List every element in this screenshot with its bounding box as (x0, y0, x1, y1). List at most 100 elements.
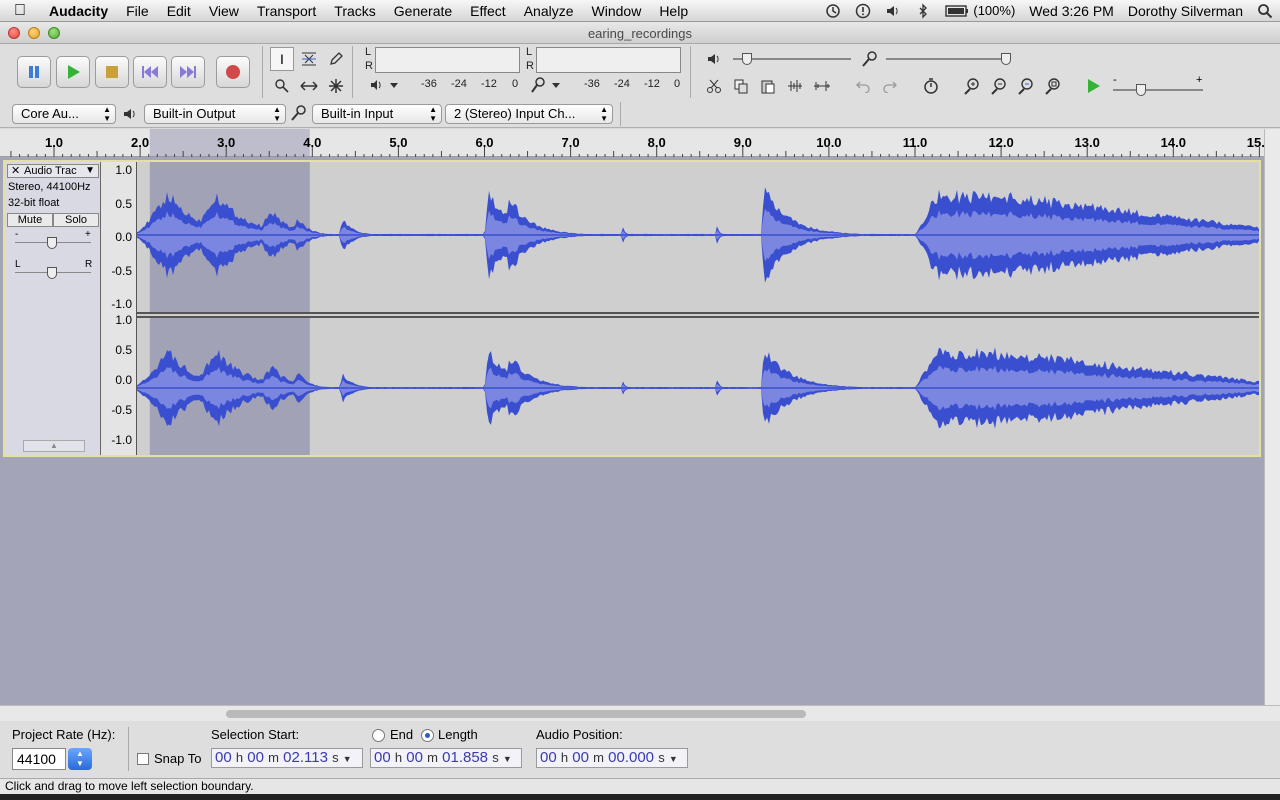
selection-start-time[interactable]: 00 h 00 m 02.113 s ▼ (211, 748, 363, 768)
format-dropdown-icon[interactable]: ▼ (343, 754, 352, 764)
stop-button[interactable] (95, 56, 129, 88)
volume-icon[interactable] (885, 3, 901, 19)
sync-lock-button[interactable] (919, 74, 943, 98)
battery-status[interactable]: (100%) (945, 0, 1015, 22)
draw-tool-button[interactable] (324, 47, 348, 71)
select-arrows-icon: ▲ ▼ (103, 105, 111, 123)
undo-button[interactable] (851, 74, 875, 98)
input-channels-select[interactable]: 2 (Stereo) Input Ch... ▲ ▼ (445, 104, 613, 124)
menu-effect[interactable]: Effect (461, 0, 515, 22)
solo-button[interactable]: Solo (53, 213, 99, 227)
speaker-meter-icon[interactable] (370, 78, 400, 95)
snap-to-label: Snap To (154, 751, 202, 766)
zoom-fit-project-icon (1045, 78, 1060, 95)
clock-alert-icon[interactable] (855, 3, 871, 19)
record-button[interactable] (216, 56, 250, 88)
apple-icon[interactable]:  (0, 2, 40, 20)
select-arrows-icon: ▲ ▼ (273, 105, 281, 123)
channel-separator-inner (137, 314, 1259, 316)
track-menu-dropdown-icon[interactable]: ▼ (85, 165, 95, 177)
input-volume-thumb[interactable] (1001, 53, 1011, 65)
waveform-view[interactable] (137, 162, 1259, 455)
recording-meter[interactable] (536, 47, 681, 73)
zoom-in-button[interactable] (960, 74, 984, 98)
menu-edit[interactable]: Edit (158, 0, 200, 22)
trim-button[interactable] (783, 74, 807, 98)
pan-slider-thumb[interactable] (47, 267, 57, 279)
bluetooth-icon[interactable] (915, 3, 931, 19)
project-rate-input[interactable]: 44100 (12, 748, 66, 770)
microphone-meter-icon[interactable] (530, 77, 566, 96)
zoom-out-button[interactable] (987, 74, 1011, 98)
menubar-clock[interactable]: Wed 3:26 PM (1029, 0, 1114, 22)
play-at-speed-icon (1088, 79, 1100, 93)
track-control-panel[interactable]: ✕ Audio Trac ▼ Stereo, 44100Hz 32-bit fl… (5, 162, 101, 455)
audio-position-time[interactable]: 00 h 00 m 00.000 s ▼ (536, 748, 688, 768)
unit-h: h (235, 750, 244, 765)
silence-button[interactable] (810, 74, 834, 98)
audio-host-select[interactable]: Core Au... ▲ ▼ (12, 104, 116, 124)
selection-length-time[interactable]: 00 h 00 m 01.858 s ▼ (370, 748, 522, 768)
horizontal-scroll-thumb[interactable] (226, 710, 806, 718)
paste-button[interactable] (756, 74, 780, 98)
track-name-bar[interactable]: ✕ Audio Trac ▼ (7, 164, 99, 178)
menu-generate[interactable]: Generate (385, 0, 461, 22)
stopwatch-icon (924, 78, 938, 94)
track-name[interactable]: Audio Trac (24, 165, 77, 177)
input-volume-slider[interactable] (886, 58, 1010, 60)
length-radio[interactable] (421, 729, 434, 742)
copy-button[interactable] (729, 74, 753, 98)
audio-track[interactable]: ✕ Audio Trac ▼ Stereo, 44100Hz 32-bit fl… (3, 160, 1261, 457)
pause-button[interactable] (17, 56, 51, 88)
multi-tool-button[interactable] (324, 74, 348, 98)
menu-transport[interactable]: Transport (248, 0, 325, 22)
snap-to-checkbox[interactable] (137, 753, 149, 765)
redo-button[interactable] (878, 74, 902, 98)
collapse-track-button[interactable]: ▲ (23, 440, 85, 452)
zoom-tool-button[interactable] (270, 74, 294, 98)
project-rate-dropdown[interactable]: ▲ ▼ (68, 748, 92, 770)
amplitude-ruler[interactable]: 1.0 0.5 0.0 -0.5 -1.0 1.0 0.5 0.0 -0.5 -1.0 (101, 162, 137, 455)
undo-icon (856, 81, 870, 93)
gain-minus-label: - (15, 229, 19, 240)
menu-window[interactable]: Window (583, 0, 651, 22)
play-at-speed-button[interactable] (1081, 74, 1105, 98)
menu-analyze[interactable]: Analyze (515, 0, 583, 22)
track-panel[interactable]: ✕ Audio Trac ▼ Stereo, 44100Hz 32-bit fl… (0, 157, 1264, 705)
rec-scale-12: -12 (644, 78, 660, 90)
time-shift-tool-button[interactable] (297, 74, 321, 98)
skip-to-start-button[interactable] (133, 56, 167, 88)
play-speed-thumb[interactable] (1136, 84, 1146, 96)
vertical-scrollbar[interactable] (1264, 129, 1280, 705)
timeline-ruler[interactable]: 1.0 2.0 3.0 4.0 5.0 6.0 7.0 8.0 9.0 10.0 11.0 12.0 1… (0, 129, 1272, 157)
time-hours: 00 (374, 749, 391, 766)
menu-tracks[interactable]: Tracks (325, 0, 384, 22)
select-arrows-icon: ▲ ▼ (600, 105, 608, 123)
menu-help[interactable]: Help (650, 0, 697, 22)
format-dropdown-icon[interactable]: ▼ (503, 754, 512, 764)
menu-app[interactable]: Audacity (40, 0, 117, 22)
time-machine-icon[interactable] (825, 3, 841, 19)
end-radio[interactable] (372, 729, 385, 742)
mute-button[interactable]: Mute (7, 213, 53, 227)
play-speed-slider[interactable] (1113, 89, 1203, 91)
gain-slider-thumb[interactable] (47, 237, 57, 249)
skip-to-end-button[interactable] (171, 56, 205, 88)
output-volume-thumb[interactable] (742, 53, 752, 65)
track-close-icon[interactable]: ✕ (11, 165, 20, 177)
menu-view[interactable]: View (200, 0, 248, 22)
selection-tool-button[interactable]: I (270, 47, 294, 71)
menu-file[interactable]: File (117, 0, 158, 22)
horizontal-scrollbar[interactable] (0, 705, 1280, 721)
play-button[interactable] (56, 56, 90, 88)
menubar-user[interactable]: Dorothy Silverman (1128, 0, 1243, 22)
spotlight-search-icon[interactable] (1257, 3, 1273, 19)
cut-button[interactable] (702, 74, 726, 98)
input-device-select[interactable]: Built-in Input ▲ ▼ (312, 104, 442, 124)
envelope-tool-button[interactable] (297, 47, 321, 71)
format-dropdown-icon[interactable]: ▼ (669, 754, 678, 764)
output-device-select[interactable]: Built-in Output ▲ ▼ (144, 104, 286, 124)
playback-meter[interactable] (375, 47, 520, 73)
fit-project-button[interactable] (1041, 74, 1065, 98)
fit-selection-button[interactable] (1014, 74, 1038, 98)
